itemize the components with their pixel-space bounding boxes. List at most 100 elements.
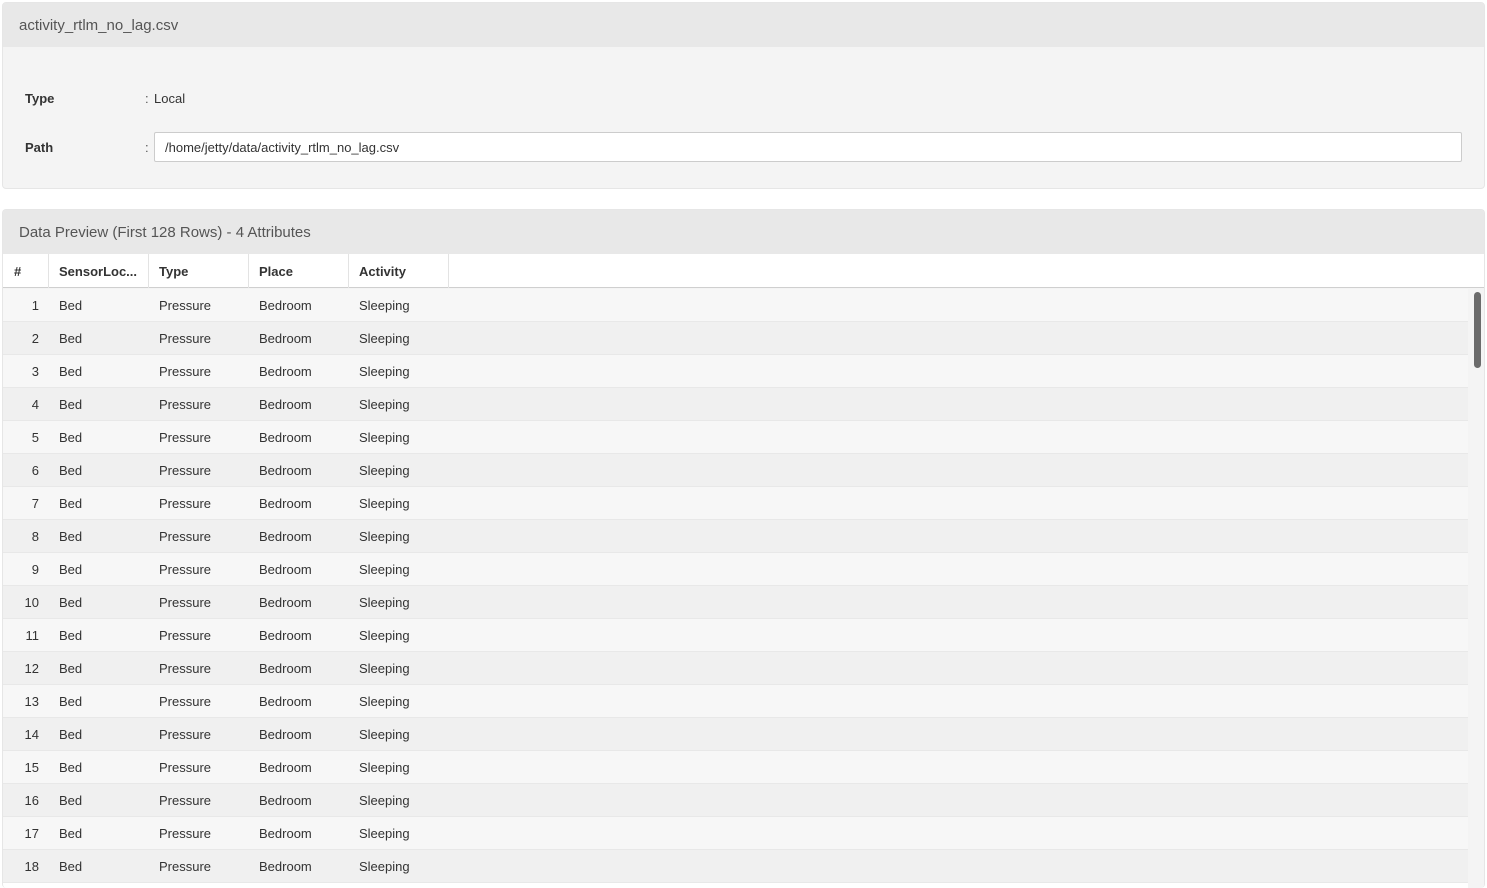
cell-place: Bedroom (259, 594, 312, 610)
table-header: # SensorLoc... Type Place Activity (3, 254, 1484, 288)
cell-type: Pressure (159, 858, 212, 874)
cell-activity: Sleeping (359, 330, 410, 346)
cell-activity: Sleeping (359, 363, 410, 379)
file-title: activity_rtlm_no_lag.csv (3, 3, 1484, 47)
row-index: 16 (24, 792, 39, 808)
table-row[interactable]: 11 Bed Pressure Bedroom Sleeping (3, 619, 1470, 652)
cell-activity: Sleeping (359, 396, 410, 412)
cell-sensorlocation: Bed (59, 495, 83, 511)
path-label: Path (25, 139, 54, 155)
column-header-place[interactable]: Place (249, 254, 349, 288)
cell-sensorlocation: Bed (59, 363, 83, 379)
cell-sensorlocation: Bed (59, 297, 83, 313)
table-row[interactable]: 1 Bed Pressure Bedroom Sleeping (3, 289, 1470, 322)
cell-type: Pressure (159, 528, 212, 544)
cell-place: Bedroom (259, 429, 312, 445)
cell-sensorlocation: Bed (59, 330, 83, 346)
path-row: Path : (25, 132, 1462, 162)
cell-type: Pressure (159, 693, 212, 709)
table-row[interactable]: 7 Bed Pressure Bedroom Sleeping (3, 487, 1470, 520)
cell-type: Pressure (159, 363, 212, 379)
table-row[interactable]: 18 Bed Pressure Bedroom Sleeping (3, 850, 1470, 883)
cell-sensorlocation: Bed (59, 462, 83, 478)
path-input[interactable] (154, 132, 1462, 162)
column-header-type[interactable]: Type (149, 254, 249, 288)
row-index: 7 (31, 495, 39, 511)
scrollbar-thumb[interactable] (1474, 292, 1481, 368)
cell-type: Pressure (159, 759, 212, 775)
cell-activity: Sleeping (359, 528, 410, 544)
cell-sensorlocation: Bed (59, 660, 83, 676)
cell-sensorlocation: Bed (59, 693, 83, 709)
row-index: 2 (31, 330, 39, 346)
cell-place: Bedroom (259, 792, 312, 808)
cell-place: Bedroom (259, 297, 312, 313)
row-index: 9 (31, 561, 39, 577)
row-index: 14 (24, 726, 39, 742)
table-row[interactable]: 4 Bed Pressure Bedroom Sleeping (3, 388, 1470, 421)
type-value: Local (154, 90, 186, 106)
cell-sensorlocation: Bed (59, 759, 83, 775)
cell-sensorlocation: Bed (59, 825, 83, 841)
cell-type: Pressure (159, 627, 212, 643)
row-index: 3 (31, 363, 39, 379)
cell-activity: Sleeping (359, 825, 410, 841)
file-info-panel: activity_rtlm_no_lag.csv Type : Local Pa… (2, 2, 1485, 189)
cell-type: Pressure (159, 462, 212, 478)
cell-type: Pressure (159, 330, 212, 346)
cell-activity: Sleeping (359, 462, 410, 478)
row-index: 18 (24, 858, 39, 874)
preview-title: Data Preview (First 128 Rows) - 4 Attrib… (3, 210, 1484, 254)
cell-place: Bedroom (259, 363, 312, 379)
cell-sensorlocation: Bed (59, 429, 83, 445)
row-index: 17 (24, 825, 39, 841)
cell-activity: Sleeping (359, 660, 410, 676)
cell-sensorlocation: Bed (59, 561, 83, 577)
cell-place: Bedroom (259, 330, 312, 346)
cell-sensorlocation: Bed (59, 396, 83, 412)
table-row[interactable]: 5 Bed Pressure Bedroom Sleeping (3, 421, 1470, 454)
cell-type: Pressure (159, 594, 212, 610)
cell-activity: Sleeping (359, 759, 410, 775)
table-row[interactable]: 15 Bed Pressure Bedroom Sleeping (3, 751, 1470, 784)
cell-activity: Sleeping (359, 594, 410, 610)
cell-activity: Sleeping (359, 726, 410, 742)
table-row[interactable]: 6 Bed Pressure Bedroom Sleeping (3, 454, 1470, 487)
cell-place: Bedroom (259, 825, 312, 841)
cell-sensorlocation: Bed (59, 858, 83, 874)
cell-place: Bedroom (259, 561, 312, 577)
cell-type: Pressure (159, 495, 212, 511)
cell-activity: Sleeping (359, 495, 410, 511)
table-row[interactable]: 14 Bed Pressure Bedroom Sleeping (3, 718, 1470, 751)
row-index: 1 (31, 297, 39, 313)
table-row[interactable]: 16 Bed Pressure Bedroom Sleeping (3, 784, 1470, 817)
cell-place: Bedroom (259, 627, 312, 643)
table-body[interactable]: 1 Bed Pressure Bedroom Sleeping 2 Bed Pressure B… (3, 289, 1484, 888)
table-row[interactable]: 3 Bed Pressure Bedroom Sleeping (3, 355, 1470, 388)
cell-activity: Sleeping (359, 627, 410, 643)
row-index: 8 (31, 528, 39, 544)
row-index: 10 (24, 594, 39, 610)
table-row[interactable]: 8 Bed Pressure Bedroom Sleeping (3, 520, 1470, 553)
column-header-sensorlocation[interactable]: SensorLoc... (49, 254, 149, 288)
table-row[interactable]: 9 Bed Pressure Bedroom Sleeping (3, 553, 1470, 586)
column-header-activity[interactable]: Activity (349, 254, 449, 288)
row-index: 15 (24, 759, 39, 775)
table-row[interactable]: 10 Bed Pressure Bedroom Sleeping (3, 586, 1470, 619)
table-row[interactable]: 17 Bed Pressure Bedroom Sleeping (3, 817, 1470, 850)
column-header-index[interactable]: # (3, 254, 49, 288)
cell-sensorlocation: Bed (59, 528, 83, 544)
table-row[interactable]: 13 Bed Pressure Bedroom Sleeping (3, 685, 1470, 718)
cell-place: Bedroom (259, 462, 312, 478)
row-index: 5 (31, 429, 39, 445)
cell-sensorlocation: Bed (59, 726, 83, 742)
table-row[interactable]: 2 Bed Pressure Bedroom Sleeping (3, 322, 1470, 355)
type-row: Type : Local (25, 87, 1462, 109)
cell-activity: Sleeping (359, 561, 410, 577)
table-row[interactable]: 12 Bed Pressure Bedroom Sleeping (3, 652, 1470, 685)
type-label: Type (25, 90, 55, 106)
cell-place: Bedroom (259, 495, 312, 511)
cell-place: Bedroom (259, 396, 312, 412)
cell-sensorlocation: Bed (59, 627, 83, 643)
vertical-scrollbar[interactable] (1468, 289, 1484, 888)
